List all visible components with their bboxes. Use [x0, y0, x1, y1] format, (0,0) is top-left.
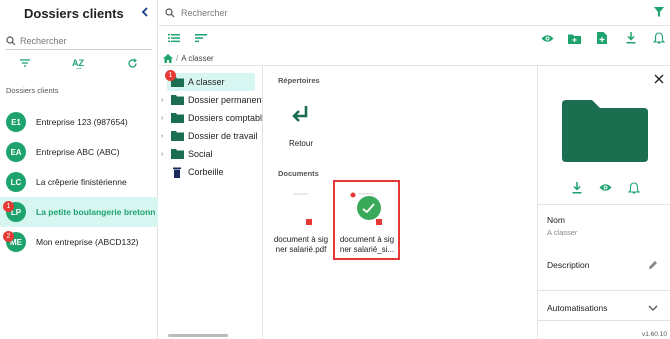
avatar: EA	[6, 142, 26, 162]
tree-item-social[interactable]: › Social	[159, 145, 262, 163]
breadcrumb: / A classer	[159, 51, 214, 65]
selection-outline	[333, 180, 400, 260]
toolbar	[159, 28, 670, 50]
notification-badge: 1	[3, 201, 14, 212]
global-search-input[interactable]: Rechercher	[165, 5, 645, 21]
chevron-down-icon[interactable]	[648, 304, 658, 312]
sidebar-header: Dossiers clients	[0, 0, 157, 26]
tree-item-dossier-permanent[interactable]: › Dossier permanent	[159, 91, 263, 109]
bell-icon[interactable]	[628, 182, 640, 194]
chevron-left-icon[interactable]	[139, 6, 151, 18]
tree-item-label: Dossier permanent	[188, 95, 263, 105]
section-label: Dossiers clients	[6, 86, 59, 95]
divider	[538, 290, 670, 291]
tree-item-corbeille[interactable]: Corbeille	[159, 163, 262, 181]
documents-section-title: Documents	[278, 169, 319, 178]
notification-badge: 2	[3, 231, 14, 242]
search-icon	[165, 8, 175, 18]
bell-icon[interactable]	[652, 31, 666, 45]
sort-icon[interactable]	[194, 31, 208, 45]
details-panel: Nom A classer Description Automatisation…	[537, 65, 670, 339]
tree-item-dossiers-comptables[interactable]: › Dossiers comptables	[159, 109, 263, 127]
folder-icon	[171, 149, 184, 159]
horizontal-scrollbar[interactable]	[168, 334, 228, 337]
folders-section-title: Répertoires	[278, 76, 320, 85]
client-name: Entreprise 123 (987654)	[36, 117, 128, 127]
folder-icon	[171, 113, 184, 123]
folder-tree: 1 A classer › Dossier permanent › Dossie…	[159, 65, 263, 339]
client-item-active[interactable]: LP 1 La petite boulangerie bretonn	[0, 197, 158, 227]
search-icon	[6, 35, 16, 45]
download-icon[interactable]	[572, 182, 582, 194]
document-name: document à sig ner salarié.pdf	[270, 235, 332, 255]
client-name: Mon entreprise (ABCD132)	[36, 237, 139, 247]
divider	[538, 204, 670, 205]
avatar: LC	[6, 172, 26, 192]
close-icon[interactable]	[654, 74, 664, 84]
sort-az-icon[interactable]: A͢Z	[71, 56, 85, 70]
filter-lines-icon[interactable]	[18, 56, 32, 70]
client-item[interactable]: ME 2 Mon entreprise (ABCD132)	[0, 227, 158, 257]
add-file-icon[interactable]	[595, 31, 609, 45]
client-name: La petite boulangerie bretonn	[36, 207, 156, 217]
avatar: E1	[6, 112, 26, 132]
name-value: A classer	[547, 228, 578, 237]
document-name-line: document à sig	[273, 235, 329, 244]
tree-item-label: Dossier de travail	[188, 131, 258, 141]
clients-sidebar: Dossiers clients Rechercher A͢Z Dossiers…	[0, 0, 158, 339]
breadcrumb-separator: /	[176, 53, 179, 63]
client-item[interactable]: EA Entreprise ABC (ABC)	[0, 137, 158, 167]
expand-icon[interactable]: ›	[161, 151, 163, 158]
tree-item-dossier-de-travail[interactable]: › Dossier de travail	[159, 127, 262, 145]
folder-icon	[562, 100, 648, 162]
breadcrumb-current[interactable]: A classer	[181, 54, 213, 63]
version-label: v1.60.10	[642, 331, 667, 338]
download-icon[interactable]	[624, 31, 638, 45]
tree-item-a-classer[interactable]: 1 A classer	[159, 70, 262, 91]
expand-icon[interactable]: ›	[161, 97, 163, 104]
description-label: Description	[547, 260, 590, 270]
eye-icon[interactable]	[540, 31, 554, 45]
home-icon[interactable]	[163, 53, 173, 63]
search-placeholder: Rechercher	[181, 8, 228, 18]
file-browser: Répertoires Retour Documents document à …	[264, 65, 537, 339]
sidebar-title: Dossiers clients	[24, 5, 124, 21]
name-label: Nom	[547, 215, 565, 225]
refresh-icon[interactable]	[125, 56, 139, 70]
document-name-line: ner salarié.pdf	[275, 245, 327, 254]
tree-item-label: Dossiers comptables	[188, 113, 263, 123]
top-search-bar: Rechercher	[159, 0, 670, 26]
details-actions	[538, 180, 670, 198]
back-button[interactable]	[286, 104, 316, 128]
edit-pencil-icon[interactable]	[648, 260, 658, 270]
filter-icon[interactable]	[653, 6, 665, 18]
folder-icon	[171, 95, 184, 105]
back-arrow-icon	[292, 106, 308, 122]
back-label: Retour	[288, 139, 313, 148]
tree-item-label: A classer	[188, 77, 225, 87]
search-placeholder: Rechercher	[20, 35, 67, 46]
folder-icon	[171, 131, 184, 141]
sidebar-tools: A͢Z	[0, 56, 158, 72]
client-name: Entreprise ABC (ABC)	[36, 147, 120, 157]
automations-label[interactable]: Automatisations	[547, 303, 607, 313]
expand-icon[interactable]: ›	[161, 133, 163, 140]
eye-icon[interactable]	[599, 183, 612, 192]
notification-badge: 1	[165, 70, 176, 81]
client-item[interactable]: E1 Entreprise 123 (987654)	[0, 107, 158, 137]
add-folder-icon[interactable]	[567, 31, 581, 45]
client-search-input[interactable]: Rechercher	[6, 32, 152, 50]
client-name: La crêperie finistérienne	[36, 177, 127, 187]
expand-icon[interactable]: ›	[161, 115, 163, 122]
tree-item-label: Social	[188, 149, 213, 159]
trash-icon	[173, 167, 181, 178]
client-item[interactable]: LC La crêperie finistérienne	[0, 167, 158, 197]
divider	[538, 320, 670, 321]
tree-item-label: Corbeille	[188, 167, 224, 177]
list-view-icon[interactable]	[167, 31, 181, 45]
document-thumbnail	[290, 191, 312, 225]
